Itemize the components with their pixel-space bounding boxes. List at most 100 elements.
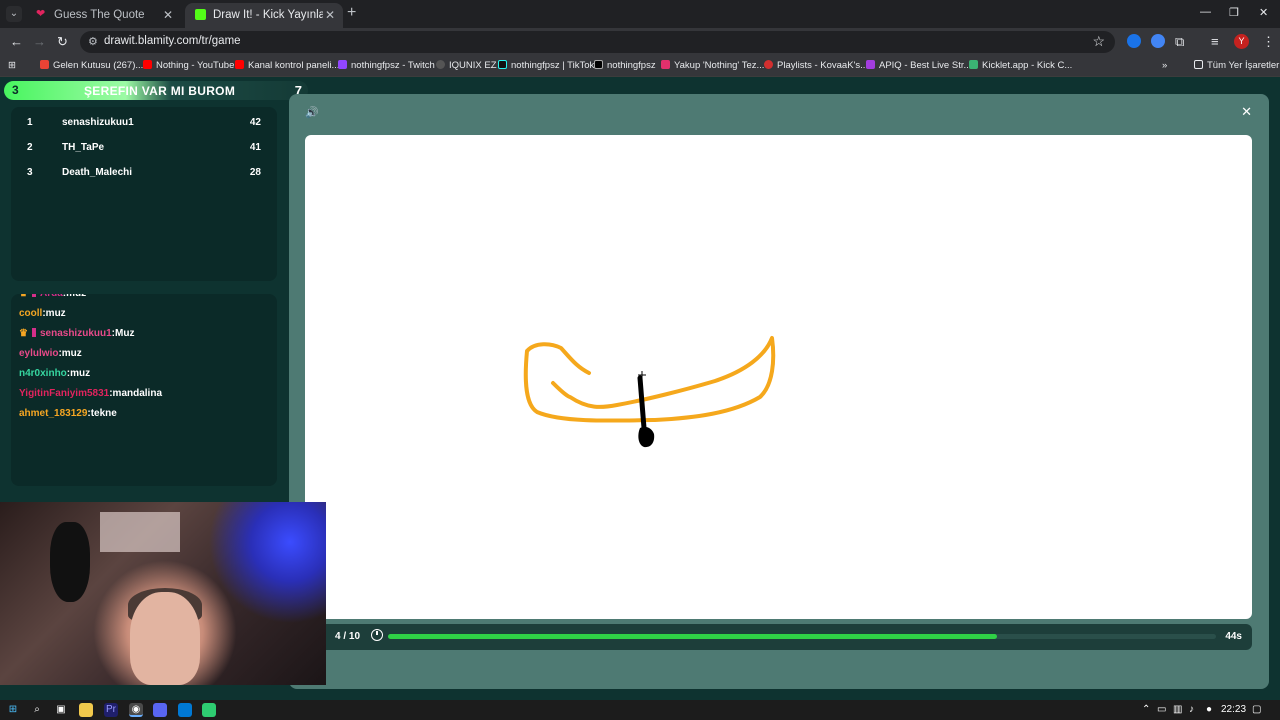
bookmark-x[interactable]: nothingfpsz	[594, 60, 656, 71]
url-text[interactable]: drawit.blamity.com/tr/game	[104, 35, 241, 47]
leaderboard-position: 1	[27, 117, 33, 128]
windows-start-icon[interactable]: ⊞	[6, 703, 20, 717]
more-bookmarks-icon[interactable]: »	[1162, 60, 1167, 71]
bookmark-kovaak[interactable]: Playlists - KovaaK's...	[764, 60, 868, 71]
drawing-svg	[523, 336, 776, 448]
site-info-icon[interactable]: ⚙	[88, 35, 98, 48]
browser-tab-bar: ⌄ ❤ Guess The Quote ✕ Draw It! - Kick Ya…	[0, 0, 1280, 28]
oar-blade	[638, 426, 655, 448]
chat-username[interactable]: YigitinFaniyim5831	[19, 388, 109, 399]
forward-arrow-icon[interactable]: →	[33, 35, 46, 48]
premiere-icon[interactable]: Pr	[104, 703, 118, 717]
tray-overflow-icon[interactable]: ⌃	[1142, 704, 1150, 715]
chat-message: ahmet_183129:tekne	[19, 408, 117, 419]
back-arrow-icon[interactable]: ←	[10, 35, 23, 48]
bookmark-gmail[interactable]: Gelen Kutusu (267)...	[40, 60, 143, 71]
bookmark-kicklet[interactable]: Kicklet.app - Kick C...	[969, 60, 1072, 71]
webcam-shelf	[100, 512, 180, 552]
microphone-icon[interactable]: ●	[1206, 704, 1212, 715]
chat-username[interactable]: senashizukuu1	[40, 328, 112, 339]
chat-username[interactable]: cooll	[19, 308, 42, 319]
bookmark-youtube[interactable]: Nothing - YouTube	[143, 60, 234, 71]
draw-it-favicon-icon	[195, 9, 206, 20]
bookmark-star-icon[interactable]: ☆	[1092, 33, 1105, 50]
address-bar[interactable]: ⚙ drawit.blamity.com/tr/game ☆	[80, 31, 1115, 53]
tab-title: Draw It! - Kick Yayınları İçin Çizim	[213, 9, 323, 21]
chat-username[interactable]: eylulwio	[19, 348, 58, 359]
tiktok-icon	[498, 60, 507, 69]
bookmark-tiktok[interactable]: nothingfpsz | TikTok	[498, 60, 594, 71]
bookmark-channel-dashboard[interactable]: Kanal kontrol paneli...	[235, 60, 339, 71]
guess-chat: ♛Arda:muzcooll:muz♛senashizukuu1:Muzeylu…	[11, 294, 277, 486]
tab-title: Guess The Quote	[54, 9, 145, 21]
app-icon[interactable]	[202, 703, 216, 717]
extension-icon[interactable]	[1127, 34, 1141, 48]
task-view-icon[interactable]: ▣	[54, 703, 68, 717]
reading-list-icon[interactable]: ≡	[1211, 35, 1219, 48]
discord-icon[interactable]	[153, 703, 167, 717]
restore-button[interactable]: ❐	[1229, 6, 1239, 19]
windows-taskbar: ⊞ ⌕ ▣ Pr ◉ ⌃ ▭ ▥ ♪ ● 22:23 ▢	[0, 700, 1280, 720]
minimize-button[interactable]: —	[1200, 6, 1211, 18]
bookmark-apiq[interactable]: APIQ - Best Live Str...	[866, 60, 971, 71]
time-bar-fill	[388, 634, 997, 639]
sub-badge-icon	[31, 294, 36, 297]
leaderboard-points: 28	[249, 167, 261, 178]
reload-icon[interactable]: ↻	[57, 35, 68, 48]
profile-avatar[interactable]: Y	[1234, 34, 1249, 49]
all-bookmarks-folder[interactable]: Tüm Yer İşaretleri	[1194, 60, 1280, 71]
extension-icon[interactable]	[1151, 34, 1165, 48]
webcam-guitar	[50, 522, 90, 602]
chat-text: :muz	[58, 348, 82, 359]
chat-text: :tekne	[87, 408, 117, 419]
webcam-person	[130, 592, 200, 685]
team-banner: 3 ŞEREFIN VAR MI BUROM 7	[4, 81, 308, 100]
close-icon[interactable]: ✕	[1241, 104, 1252, 120]
bookmarks-bar: ⊞ Gelen Kutusu (267)... Nothing - YouTub…	[0, 56, 1280, 77]
chat-username[interactable]: ahmet_183129	[19, 408, 87, 419]
leaderboard-row: 1 senashizukuu1 42	[11, 113, 277, 133]
leaderboard-player: TH_TaPe	[62, 142, 105, 153]
extensions-puzzle-icon[interactable]: ⧉	[1175, 35, 1184, 48]
window-close-button[interactable]: ✕	[1259, 6, 1268, 19]
apps-grid-icon[interactable]: ⊞	[8, 60, 16, 71]
folder-icon	[1194, 60, 1203, 69]
leaderboard-points: 41	[249, 142, 261, 153]
tray-app-icon[interactable]: ▭	[1157, 704, 1166, 715]
browser-menu-icon[interactable]: ⋮	[1262, 35, 1275, 48]
chrome-icon[interactable]: ◉	[129, 703, 143, 717]
bookmark-iqunix[interactable]: IQUNIX EZ	[436, 60, 497, 71]
notifications-icon[interactable]: ▢	[1252, 704, 1261, 715]
file-explorer-icon[interactable]	[79, 703, 93, 717]
browser-toolbar: ← → ↻ ⚙ drawit.blamity.com/tr/game ☆ ⧉ ≡…	[0, 28, 1280, 56]
chat-username[interactable]: Arda	[40, 294, 63, 299]
chat-username[interactable]: n4r0xinho	[19, 368, 67, 379]
time-bar-track	[388, 634, 1216, 639]
tab-draw-it[interactable]: Draw It! - Kick Yayınları İçin Çizim ✕	[185, 3, 343, 28]
bookmark-twitch[interactable]: nothingfpsz - Twitch	[338, 60, 435, 71]
crown-icon: ♛	[19, 294, 28, 299]
drawing-canvas[interactable]	[305, 135, 1252, 619]
new-tab-button[interactable]: +	[347, 5, 356, 21]
leaderboard-player: Death_Malechi	[62, 167, 133, 178]
chat-text: :muz	[63, 294, 86, 299]
guess-quote-favicon-icon: ❤	[36, 8, 46, 20]
tab-guess-the-quote[interactable]: ❤ Guess The Quote ✕	[26, 3, 181, 28]
tab-search-button[interactable]: ⌄	[6, 6, 22, 22]
youtube-icon	[143, 60, 152, 69]
network-icon[interactable]: ▥	[1173, 704, 1182, 715]
tab-close-icon[interactable]: ✕	[163, 8, 173, 22]
team-rank: 3	[12, 83, 19, 97]
search-icon[interactable]: ⌕	[30, 703, 44, 717]
tab-close-icon[interactable]: ✕	[325, 8, 335, 22]
boat-stroke	[523, 336, 776, 423]
app-icon[interactable]	[178, 703, 192, 717]
sound-icon[interactable]: 🔊	[305, 106, 319, 119]
bookmark-instagram[interactable]: Yakup 'Nothing' Tez...	[661, 60, 764, 71]
timer-icon	[371, 629, 383, 641]
clock[interactable]: 22:23	[1221, 704, 1246, 715]
volume-icon[interactable]: ♪	[1189, 704, 1194, 715]
chat-message: cooll:muz	[19, 308, 66, 319]
leaderboard-position: 2	[27, 142, 33, 153]
crown-icon: ♛	[19, 328, 28, 339]
